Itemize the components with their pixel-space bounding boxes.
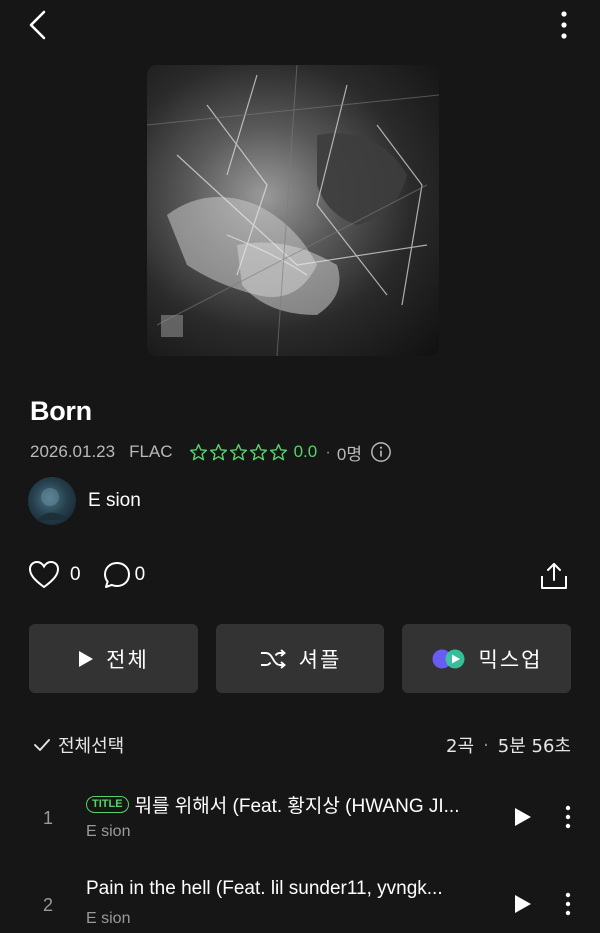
- mixup-button[interactable]: 믹스업: [402, 624, 571, 693]
- star-outline-icon: [209, 443, 227, 460]
- share-button[interactable]: [536, 558, 572, 594]
- shuffle-icon: [260, 648, 286, 669]
- comment-count: 0: [134, 564, 146, 585]
- star-outline-icon: [229, 443, 247, 460]
- track-row[interactable]: 2 Pain in the hell (Feat. lil sunder11, …: [0, 867, 600, 933]
- artist-name: E sion: [88, 490, 141, 511]
- track-title-line: TITLE 뭐를 위해서 (Feat. 황지상 (HWANG JI...: [86, 791, 460, 818]
- back-icon: [29, 10, 46, 40]
- more-options-button[interactable]: [546, 6, 582, 44]
- track-play-button[interactable]: [510, 891, 536, 917]
- more-vertical-icon: [565, 892, 571, 916]
- mixup-label: 믹스업: [478, 647, 543, 672]
- track-title-line: Pain in the hell (Feat. lil sunder11, yv…: [86, 878, 443, 900]
- total-duration: 5분 56초: [497, 736, 571, 757]
- track-row[interactable]: 1 TITLE 뭐를 위해서 (Feat. 황지상 (HWANG JI... E…: [0, 780, 600, 860]
- audio-format: FLAC: [129, 442, 173, 461]
- social-actions: 0 0: [28, 560, 145, 590]
- like-button[interactable]: 0: [28, 560, 81, 590]
- album-title: Born: [30, 396, 92, 426]
- track-number: 1: [43, 808, 54, 828]
- shuffle-label: 셔플: [298, 647, 342, 672]
- back-button[interactable]: [18, 6, 58, 44]
- track-artist: E sion: [86, 910, 131, 927]
- track-play-button[interactable]: [510, 804, 536, 830]
- like-count: 0: [70, 564, 81, 585]
- check-icon: [34, 739, 50, 751]
- select-all-label: 전체선택: [58, 736, 125, 757]
- track-summary: 2곡 · 5분 56초: [446, 732, 571, 758]
- heart-outline-icon: [28, 560, 60, 589]
- album-meta: 2026.01.23 FLAC 0.0 · 0명: [30, 440, 392, 464]
- album-cover[interactable]: [147, 65, 439, 356]
- comment-button[interactable]: 0: [103, 561, 146, 589]
- more-vertical-icon: [561, 11, 567, 39]
- mixup-icon: [432, 649, 465, 668]
- track-title: 뭐를 위해서 (Feat. 황지상 (HWANG JI...: [134, 796, 460, 817]
- track-title: Pain in the hell (Feat. lil sunder11, yv…: [86, 878, 443, 899]
- shuffle-button[interactable]: 셔플: [216, 624, 384, 693]
- info-button[interactable]: [370, 441, 392, 463]
- play-all-label: 전체: [106, 647, 149, 672]
- play-all-button[interactable]: 전체: [29, 624, 198, 693]
- share-icon: [541, 563, 567, 589]
- track-number: 2: [43, 895, 54, 915]
- star-outline-icon: [189, 443, 207, 460]
- select-all-button[interactable]: 전체선택: [32, 732, 124, 758]
- star-outline-icon: [249, 443, 267, 460]
- more-vertical-icon: [565, 805, 571, 829]
- title-badge: TITLE: [86, 796, 129, 813]
- artist-row[interactable]: E sion: [28, 477, 141, 525]
- release-date: 2026.01.23: [30, 442, 116, 461]
- play-icon: [515, 895, 531, 913]
- track-artist: E sion: [86, 823, 131, 840]
- rating-count: 0명: [336, 444, 362, 464]
- track-count: 2곡: [446, 736, 475, 757]
- rating-value: 0.0: [293, 442, 318, 461]
- star-outline-icon: [269, 443, 287, 460]
- artist-avatar: [28, 477, 76, 525]
- separator-dot: ·: [483, 734, 489, 756]
- track-more-button[interactable]: [556, 889, 580, 919]
- album-cover-art: [147, 65, 439, 356]
- info-icon: [371, 442, 391, 462]
- separator-dot: ·: [325, 442, 331, 461]
- rating-stars[interactable]: [189, 443, 288, 462]
- play-icon: [79, 650, 94, 667]
- play-icon: [515, 808, 531, 826]
- comment-icon: [103, 562, 130, 588]
- track-more-button[interactable]: [556, 802, 580, 832]
